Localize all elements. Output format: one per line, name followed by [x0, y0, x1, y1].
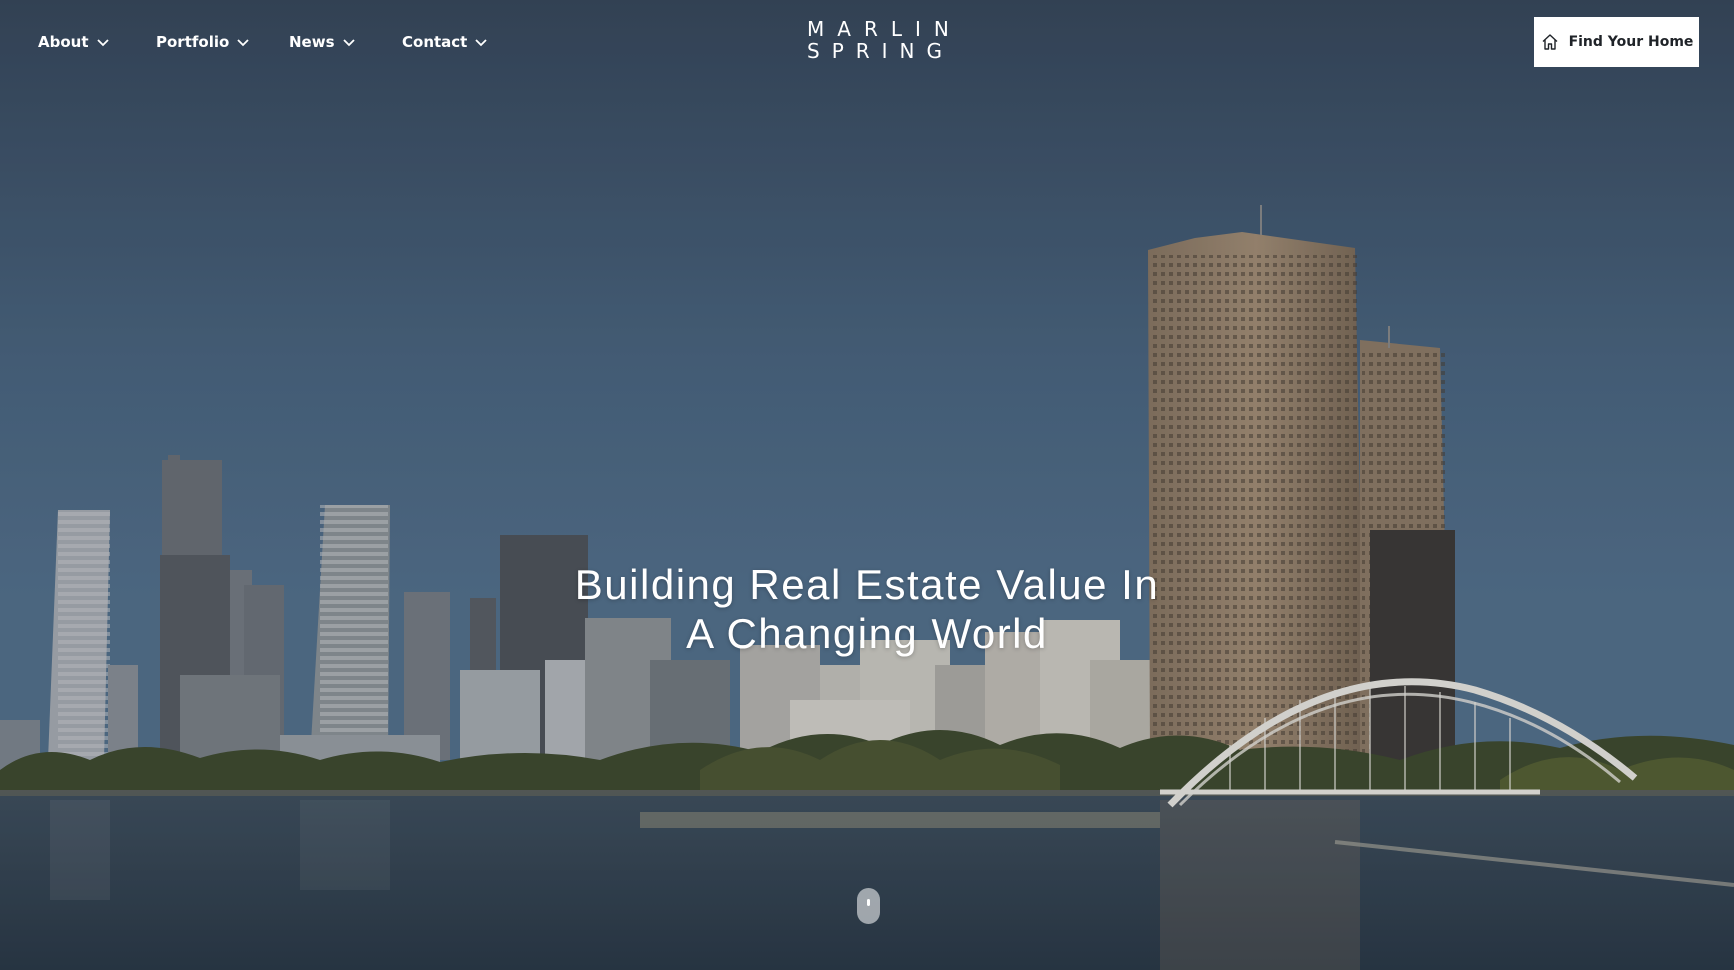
chevron-down-icon	[237, 39, 249, 47]
chevron-down-icon	[342, 39, 355, 47]
chevron-down-icon	[96, 39, 109, 47]
hero-background-image	[0, 0, 1734, 970]
scroll-wheel	[867, 899, 870, 906]
logo-line-1: MARLIN	[807, 17, 962, 41]
main-navigation: About Portfolio News Contact MARLIN SPRI…	[0, 0, 1734, 84]
nav-item-contact[interactable]: Contact	[402, 29, 488, 55]
hero-section	[0, 0, 1734, 970]
nav-item-about[interactable]: About	[38, 29, 110, 55]
chevron-down-icon	[475, 39, 487, 47]
home-icon	[1542, 34, 1558, 50]
nav-item-news[interactable]: News	[289, 29, 356, 55]
nav-item-label: About	[38, 33, 89, 51]
site-logo[interactable]: MARLIN SPRING	[807, 18, 949, 62]
nav-item-label: Contact	[402, 33, 468, 51]
hero-headline-line-1: Building Real Estate Value In	[574, 561, 1160, 609]
nav-item-portfolio[interactable]: Portfolio	[156, 29, 250, 55]
find-your-home-button[interactable]: Find Your Home	[1534, 17, 1699, 67]
find-your-home-label: Find Your Home	[1568, 34, 1694, 50]
nav-item-label: News	[289, 33, 335, 51]
nav-item-label: Portfolio	[156, 33, 230, 51]
hero-headline-line-2: A Changing World	[686, 610, 1048, 658]
hero-headline: Building Real Estate Value In A Changing…	[517, 560, 1217, 658]
logo-line-2: SPRING	[807, 39, 955, 63]
mouse-scroll-icon[interactable]	[857, 888, 880, 924]
